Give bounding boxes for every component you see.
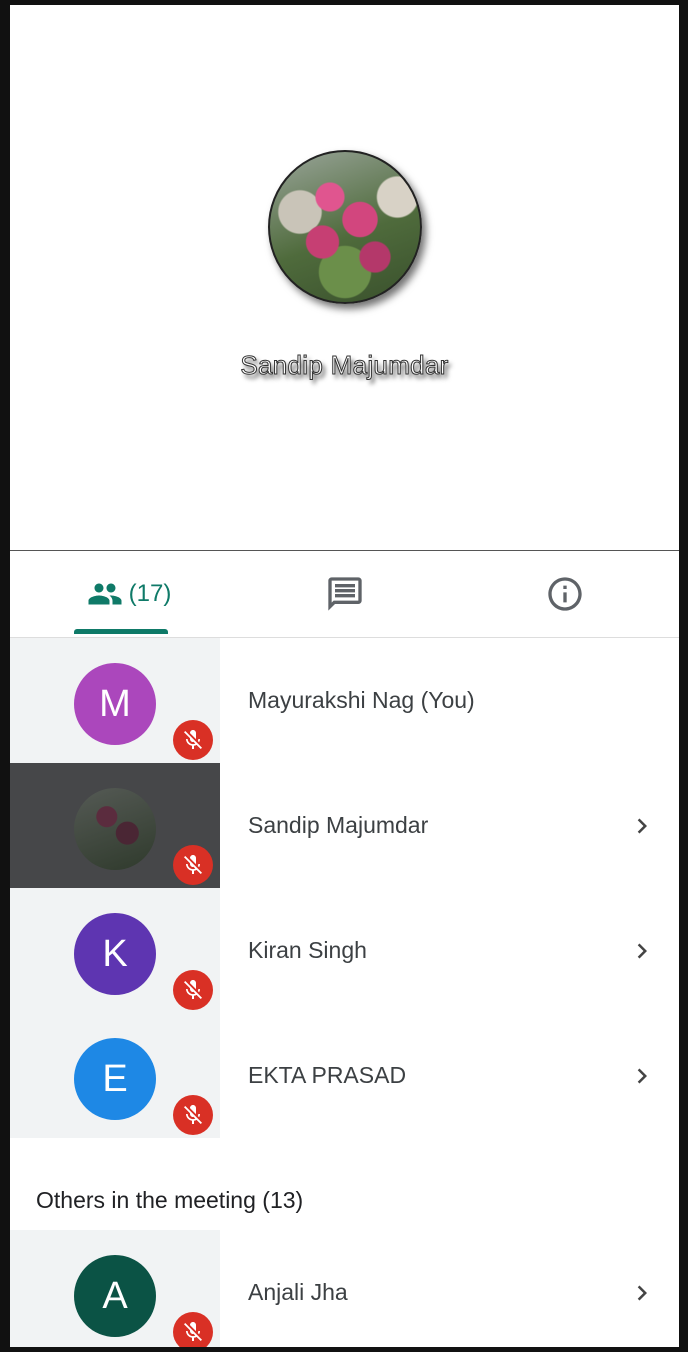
participant-name: Mayurakshi Nag (You) [248,687,475,713]
participant-row[interactable]: Sandip Majumdar [10,763,679,888]
speaker-name: Sandip Majumdar [240,350,449,381]
avatar-area: E [10,1013,220,1138]
mic-off-icon [173,845,213,885]
mic-off-icon [173,720,213,760]
participant-row[interactable]: E EKTA PRASAD [10,1013,679,1138]
meeting-window: Sandip Majumdar (17) M Mayurakshi Nag (Y… [0,0,688,1352]
participant-name: Sandip Majumdar [248,812,429,838]
participant-row[interactable]: K Kiran Singh [10,888,679,1013]
chevron-right-icon[interactable] [627,763,657,888]
info-icon [548,577,582,611]
panel-tabs: (17) [10,551,679,638]
chat-icon [328,577,362,611]
participant-count: (17) [128,580,172,607]
avatar: E [74,1038,156,1120]
chevron-right-icon[interactable] [627,1230,657,1347]
mic-off-icon [173,1095,213,1135]
active-tab-indicator [74,629,168,634]
avatar-area: A [10,1230,220,1347]
avatar-area: K [10,888,220,1013]
tab-people[interactable]: (17) [74,551,184,637]
avatar: A [74,1255,156,1337]
others-section-heading: Others in the meeting (13) [10,1138,679,1230]
avatar-area [10,763,220,888]
avatar: K [74,913,156,995]
avatar [74,788,156,870]
participant-row[interactable]: A Anjali Jha [10,1230,679,1347]
people-icon [88,583,122,605]
participant-list: M Mayurakshi Nag (You) Sandip Majumdar K [10,638,679,1347]
mic-off-icon [173,970,213,1010]
speaker-stage: Sandip Majumdar [10,5,679,551]
tab-info[interactable] [525,551,605,637]
mic-off-icon [173,1312,213,1347]
participant-name: EKTA PRASAD [248,1062,407,1088]
participant-row[interactable]: M Mayurakshi Nag (You) [10,638,679,763]
participant-name: Kiran Singh [248,937,367,963]
avatar-area: M [10,638,220,763]
speaker-avatar [268,150,422,304]
tab-chat[interactable] [300,551,390,637]
chevron-right-icon[interactable] [627,1013,657,1138]
participant-name: Anjali Jha [248,1279,348,1305]
avatar: M [74,663,156,745]
chevron-right-icon[interactable] [627,888,657,1013]
